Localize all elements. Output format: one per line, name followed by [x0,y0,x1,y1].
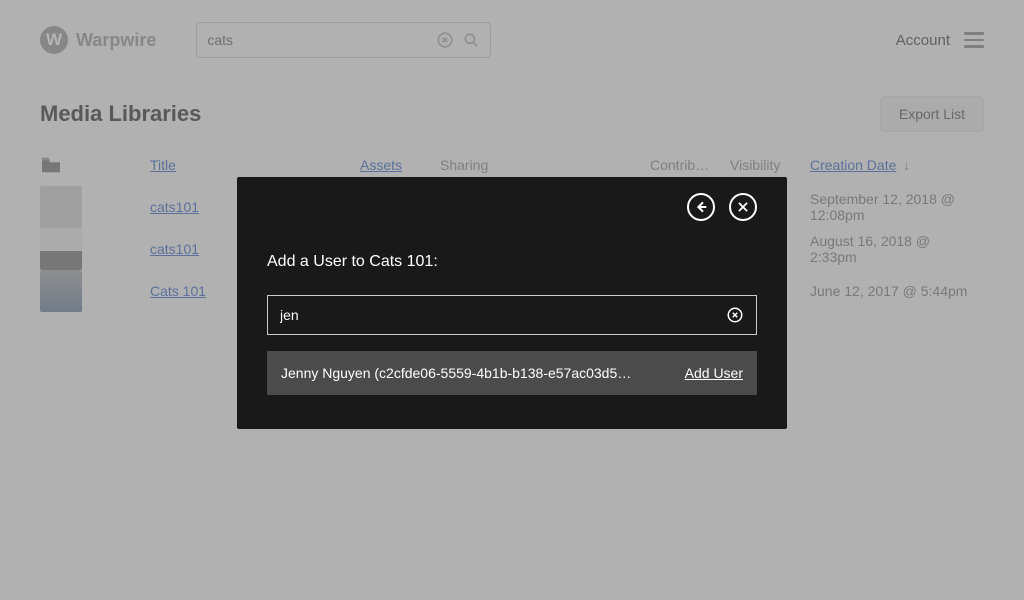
clear-input-icon[interactable] [726,306,744,324]
add-user-modal: Add a User to Cats 101: Jenny Nguyen (c2… [237,177,787,429]
user-search-box[interactable] [267,295,757,335]
add-user-button[interactable]: Add User [685,365,743,381]
back-button[interactable] [687,193,715,221]
user-search-input[interactable] [280,307,718,323]
modal-title: Add a User to Cats 101: [267,253,757,271]
user-result-row: Jenny Nguyen (c2cfde06-5559-4b1b-b138-e5… [267,351,757,395]
user-result-label: Jenny Nguyen (c2cfde06-5559-4b1b-b138-e5… [281,365,669,381]
close-button[interactable] [729,193,757,221]
